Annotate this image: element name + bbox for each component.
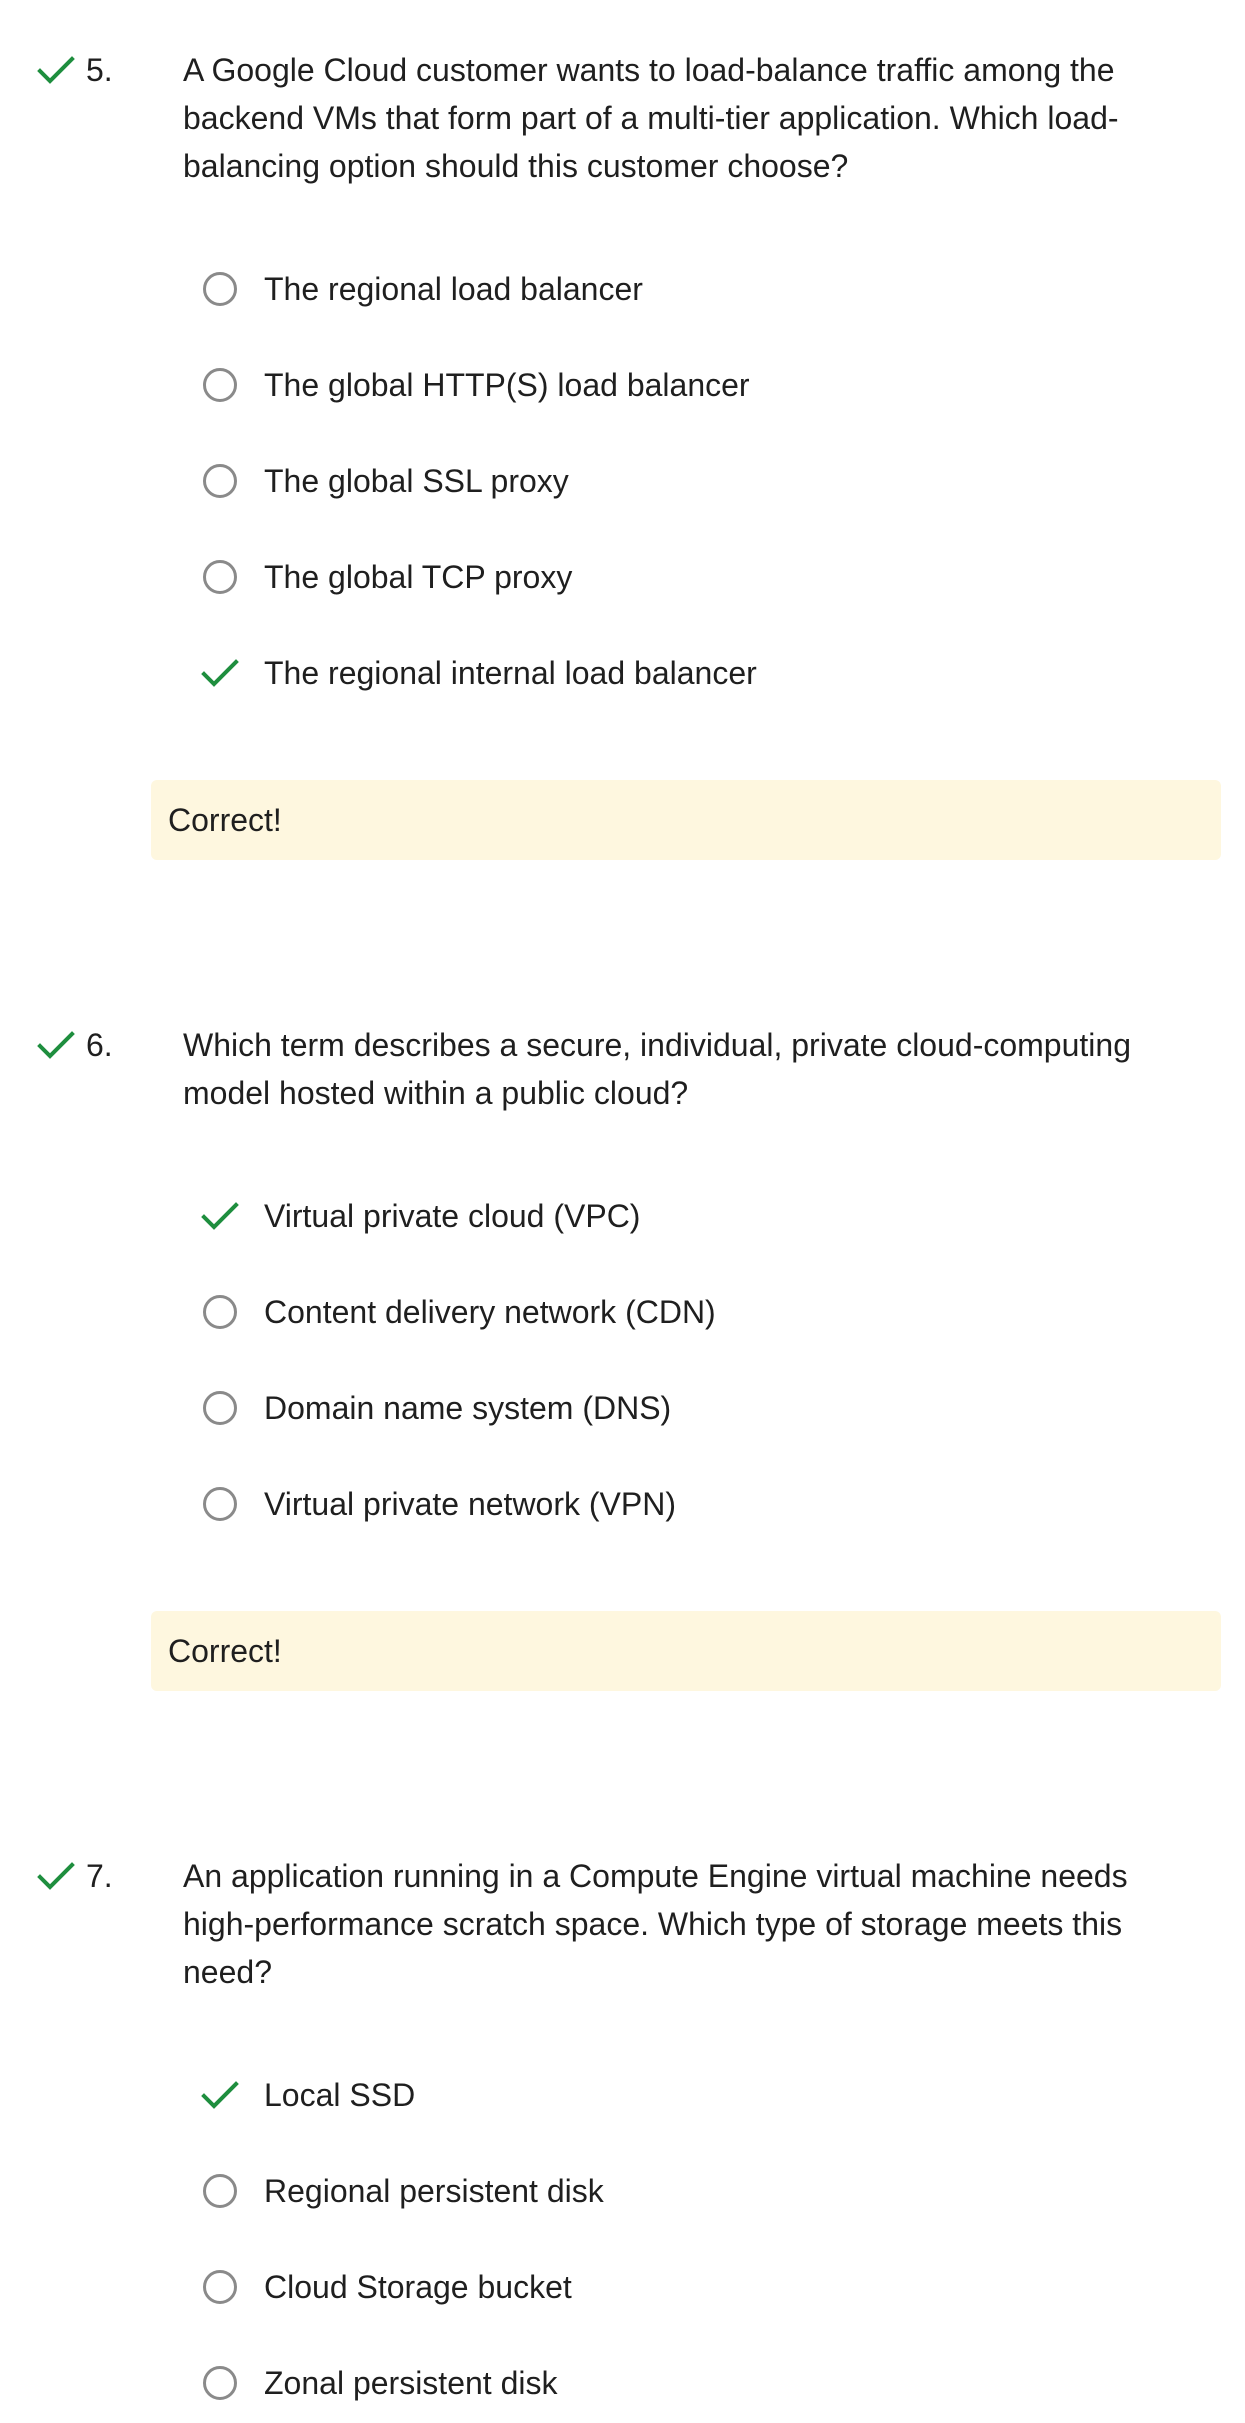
radio-button[interactable]	[203, 2174, 237, 2208]
radio-button[interactable]	[203, 2270, 237, 2304]
answer-option-selected[interactable]: Virtual private cloud (VPC)	[196, 1192, 1096, 1240]
feedback-box: Correct!	[151, 780, 1221, 860]
radio-button[interactable]	[203, 368, 237, 402]
option-label: The regional load balancer	[264, 271, 643, 307]
option-label: The regional internal load balancer	[264, 655, 757, 691]
answer-option[interactable]: Virtual private network (VPN)	[196, 1480, 1096, 1528]
option-label: The global TCP proxy	[264, 559, 573, 595]
answer-option[interactable]: Regional persistent disk	[196, 2167, 1096, 2215]
option-label: Virtual private network (VPN)	[264, 1486, 676, 1522]
option-label: Local SSD	[264, 2077, 416, 2113]
check-icon	[196, 1192, 244, 1240]
option-label: The global HTTP(S) load balancer	[264, 367, 750, 403]
radio-button[interactable]	[203, 1487, 237, 1521]
radio-button[interactable]	[203, 464, 237, 498]
question-text: Which term describes a secure, individua…	[183, 1027, 1131, 1111]
option-label: Virtual private cloud (VPC)	[264, 1198, 641, 1234]
question-text: An application running in a Compute Engi…	[183, 1858, 1128, 1990]
radio-button[interactable]	[203, 2366, 237, 2400]
feedback-box: Correct!	[151, 1611, 1221, 1691]
check-icon	[36, 1856, 76, 1896]
option-label: The global SSL proxy	[264, 463, 569, 499]
question-number: 7.	[86, 1858, 113, 1894]
answer-option-selected[interactable]: Local SSD	[196, 2071, 1096, 2119]
answer-option[interactable]: Content delivery network (CDN)	[196, 1288, 1096, 1336]
check-icon	[196, 649, 244, 697]
option-label: Cloud Storage bucket	[264, 2269, 572, 2305]
option-label: Domain name system (DNS)	[264, 1390, 672, 1426]
radio-button[interactable]	[203, 272, 237, 306]
question-number: 5.	[86, 52, 113, 88]
check-icon	[36, 1025, 76, 1065]
radio-button[interactable]	[203, 1391, 237, 1425]
check-icon	[196, 2071, 244, 2119]
answer-option[interactable]: The global HTTP(S) load balancer	[196, 361, 1096, 409]
answer-option-selected[interactable]: The regional internal load balancer	[196, 649, 1096, 697]
option-label: Zonal persistent disk	[264, 2365, 558, 2401]
answer-option[interactable]: The regional load balancer	[196, 265, 1096, 313]
option-label: Content delivery network (CDN)	[264, 1294, 716, 1330]
check-icon	[36, 50, 76, 90]
answer-option[interactable]: The global TCP proxy	[196, 553, 1096, 601]
answer-option[interactable]: Zonal persistent disk	[196, 2359, 1096, 2407]
radio-button[interactable]	[203, 1295, 237, 1329]
question-text: A Google Cloud customer wants to load-ba…	[183, 52, 1119, 184]
answer-option[interactable]: The global SSL proxy	[196, 457, 1096, 505]
question-number: 6.	[86, 1027, 113, 1063]
radio-button[interactable]	[203, 560, 237, 594]
answer-option[interactable]: Cloud Storage bucket	[196, 2263, 1096, 2311]
answer-option[interactable]: Domain name system (DNS)	[196, 1384, 1096, 1432]
option-label: Regional persistent disk	[264, 2173, 604, 2209]
